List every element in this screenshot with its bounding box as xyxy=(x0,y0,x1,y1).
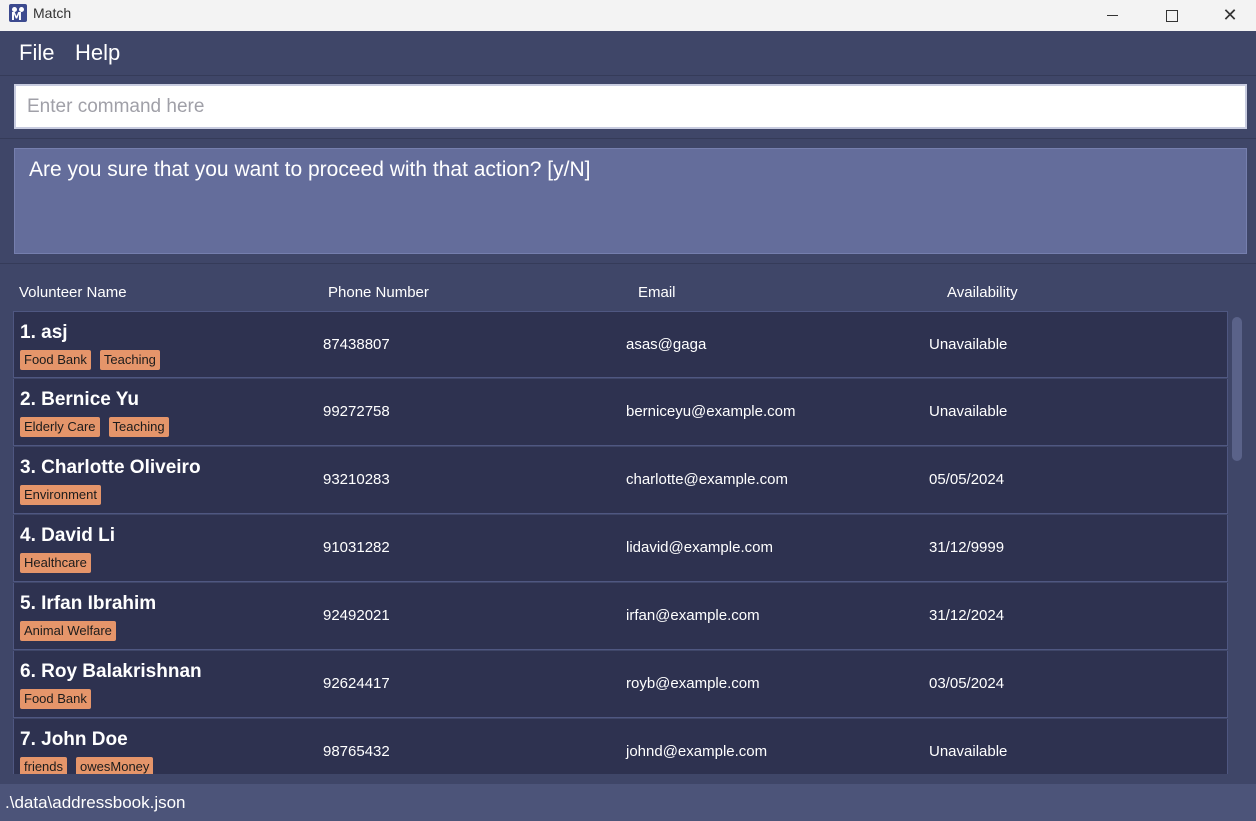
volunteer-list[interactable]: 1. asj Food Bank Teaching 87438807 asas@gaga… xyxy=(13,311,1228,774)
tag-badge: Teaching xyxy=(99,350,160,370)
volunteer-card[interactable]: 6. Roy Balakrishnan Food Bank 92624417 royb… xyxy=(13,651,1228,718)
tag-badge: Animal Welfare xyxy=(20,621,116,641)
close-icon: ✕ xyxy=(1222,4,1238,26)
tag-badge: owesMoney xyxy=(76,757,154,774)
volunteer-email: lidavid@example.com xyxy=(626,539,773,556)
tag-list: friends owesMoney xyxy=(20,757,154,774)
volunteer-email: asas@gaga xyxy=(626,336,707,353)
volunteer-phone: 93210283 xyxy=(323,471,390,488)
minimize-button[interactable] xyxy=(1083,0,1141,31)
volunteer-card[interactable]: 2. Bernice Yu Elderly Care Teaching 9927275… xyxy=(13,379,1228,446)
app-logo-icon: M xyxy=(9,4,27,22)
volunteer-card[interactable]: 5. Irfan Ibrahim Animal Welfare 92492021 ir… xyxy=(13,583,1228,650)
tag-badge: Food Bank xyxy=(20,350,91,370)
volunteer-card[interactable]: 4. David Li Healthcare 91031282 lidavid@exa… xyxy=(13,515,1228,582)
tag-list: Animal Welfare xyxy=(20,621,116,641)
tag-badge: Elderly Care xyxy=(20,417,100,437)
minimize-icon xyxy=(1106,15,1118,16)
volunteer-name: 7. John Doe xyxy=(20,729,128,750)
header-volunteer-name: Volunteer Name xyxy=(19,284,127,301)
volunteer-email: charlotte@example.com xyxy=(626,471,788,488)
volunteer-email: johnd@example.com xyxy=(626,743,768,760)
tag-list: Food Bank xyxy=(20,689,91,709)
volunteer-list-panel: Volunteer Name Phone Number Email Availa… xyxy=(0,264,1256,784)
tag-list: Environment xyxy=(20,485,101,505)
result-display: Are you sure that you want to proceed wi… xyxy=(14,148,1247,254)
scrollbar-thumb[interactable] xyxy=(1232,317,1242,461)
menu-help[interactable]: Help xyxy=(75,40,120,66)
header-availability: Availability xyxy=(947,284,1018,301)
command-input[interactable] xyxy=(14,84,1247,129)
tag-badge: friends xyxy=(20,757,68,774)
tag-badge: Teaching xyxy=(108,417,169,437)
header-email: Email xyxy=(638,284,676,301)
volunteer-name: 5. Irfan Ibrahim xyxy=(20,593,157,614)
volunteer-email: irfan@example.com xyxy=(626,607,760,624)
volunteer-name: 2. Bernice Yu xyxy=(20,389,139,410)
volunteer-email: royb@example.com xyxy=(626,675,760,692)
volunteer-phone: 91031282 xyxy=(323,539,390,556)
volunteer-phone: 98765432 xyxy=(323,743,390,760)
volunteer-card[interactable]: 7. John Doe friends owesMoney 98765432 johnd… xyxy=(13,719,1228,774)
volunteer-card[interactable]: 1. asj Food Bank Teaching 87438807 asas@gaga… xyxy=(13,311,1228,378)
list-scrollbar[interactable] xyxy=(1230,311,1247,774)
volunteer-availability: Unavailable xyxy=(929,336,1008,353)
tag-badge: Healthcare xyxy=(20,553,91,573)
volunteer-availability: Unavailable xyxy=(929,743,1008,760)
command-panel xyxy=(0,76,1256,139)
volunteer-card[interactable]: 3. Charlotte Oliveiro Environment 93210283… xyxy=(13,447,1228,514)
tag-list: Healthcare xyxy=(20,553,91,573)
volunteer-availability: 31/12/2024 xyxy=(929,607,1005,624)
volunteer-availability: 05/05/2024 xyxy=(929,471,1005,488)
maximize-icon xyxy=(1166,9,1178,22)
volunteer-name: 1. asj xyxy=(20,322,68,343)
close-button[interactable]: ✕ xyxy=(1201,0,1256,31)
volunteer-availability: Unavailable xyxy=(929,403,1008,420)
tag-badge: Environment xyxy=(20,485,101,505)
volunteer-name: 4. David Li xyxy=(20,525,116,546)
result-panel: Are you sure that you want to proceed wi… xyxy=(0,139,1256,264)
tag-list: Elderly Care Teaching xyxy=(20,417,169,437)
volunteer-phone: 99272758 xyxy=(323,403,390,420)
status-bar: .\data\addressbook.json xyxy=(0,784,1256,821)
volunteer-availability: 03/05/2024 xyxy=(929,675,1005,692)
volunteer-email: berniceyu@example.com xyxy=(626,403,796,420)
volunteer-phone: 92492021 xyxy=(323,607,390,624)
volunteer-availability: 31/12/9999 xyxy=(929,539,1005,556)
volunteer-phone: 92624417 xyxy=(323,675,390,692)
title-bar: M Match ✕ xyxy=(0,0,1256,31)
menu-bar: File Help xyxy=(0,31,1256,76)
volunteer-name: 6. Roy Balakrishnan xyxy=(20,661,202,682)
status-file-path: .\data\addressbook.json xyxy=(5,793,186,812)
tag-badge: Food Bank xyxy=(20,689,91,709)
volunteer-phone: 87438807 xyxy=(323,336,390,353)
window-title: Match xyxy=(33,5,72,21)
tag-list: Food Bank Teaching xyxy=(20,350,160,370)
maximize-button[interactable] xyxy=(1143,0,1201,31)
header-phone-number: Phone Number xyxy=(328,284,429,301)
volunteer-name: 3. Charlotte Oliveiro xyxy=(20,457,201,478)
menu-file[interactable]: File xyxy=(19,40,54,66)
